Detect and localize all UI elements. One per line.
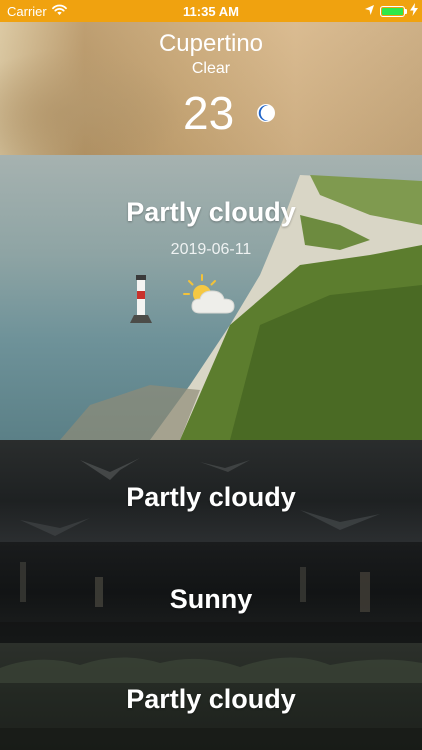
forecast-row[interactable]: Partly cloudy xyxy=(0,440,422,542)
forecast-row[interactable]: Partly cloudy xyxy=(0,643,422,750)
current-condition: Clear xyxy=(191,60,231,77)
forecast-condition: Partly cloudy xyxy=(126,684,296,714)
current-temperature: 23 xyxy=(183,87,235,139)
location-arrow-icon xyxy=(365,5,374,15)
battery-cap xyxy=(405,9,407,14)
forecast-condition: Partly cloudy xyxy=(126,197,296,227)
partly-cloudy-icon xyxy=(183,274,235,314)
forecast-row-featured[interactable]: Partly cloudy 2019-06-11 xyxy=(0,155,422,440)
city-name: Cupertino xyxy=(158,30,264,57)
battery-icon xyxy=(380,6,405,17)
status-bar: Carrier 11:35 AM xyxy=(0,0,422,22)
forecast-condition: Sunny xyxy=(169,584,253,614)
moon-icon xyxy=(257,104,275,122)
bolt-icon xyxy=(410,3,418,16)
weather-app-screen: Carrier 11:35 AM Cupertino Clear 23 Part… xyxy=(0,0,422,750)
forecast-condition: Partly cloudy xyxy=(126,482,296,512)
battery-level xyxy=(382,8,403,15)
status-time: 11:35 AM xyxy=(183,4,239,19)
current-weather-header[interactable]: Cupertino Clear 23 xyxy=(0,22,422,155)
forecast-date: 2019-06-11 xyxy=(170,241,252,258)
forecast-row[interactable]: Sunny xyxy=(0,542,422,643)
